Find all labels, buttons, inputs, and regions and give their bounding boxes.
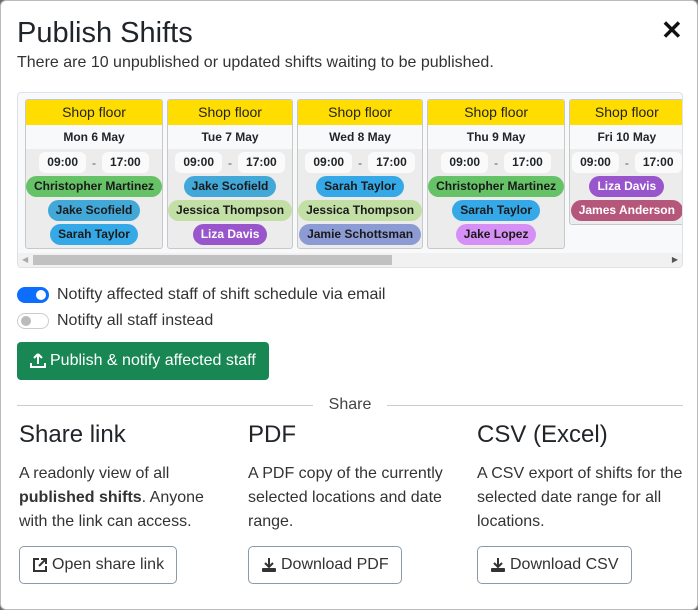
staff-pill[interactable]: Jake Lopez [455,224,537,245]
time-separator: - [92,155,96,170]
csv-description: A CSV export of shifts for the selected … [477,465,683,530]
download-csv-button[interactable]: Download CSV [477,546,632,584]
shift-end-time[interactable]: 17:00 [368,152,415,173]
publish-button[interactable]: Publish & notify affected staff [17,342,269,380]
shift-start-time[interactable]: 09:00 [305,152,353,173]
shift-end-time[interactable]: 17:00 [504,152,551,173]
shift-end-time[interactable]: 17:00 [102,152,149,173]
shift-location: Shop floor [26,100,163,125]
time-separator: - [228,155,233,170]
shift-start-time[interactable]: 09:00 [572,152,619,173]
horizontal-scrollbar[interactable]: ◀ ▶ [18,253,682,267]
shift-end-time[interactable]: 17:00 [238,152,285,173]
csv-title: CSV (Excel) [477,421,608,448]
shift-location: Shop floor [298,100,423,125]
shift-date: Mon 6 May [26,125,163,149]
modal-title: Publish Shifts [17,17,193,49]
shift-card[interactable]: Shop floor Thu 9 May 09:00-17:00 Christop… [427,99,566,249]
close-icon[interactable]: ✕ [661,15,683,46]
staff-pill[interactable]: Sarah Taylor [50,224,138,245]
shift-start-time[interactable]: 09:00 [39,152,86,173]
staff-pill[interactable]: Liza Davis [589,176,665,197]
share-link-section: Share link A readonly view of all publis… [17,421,232,584]
pdf-title: PDF [248,421,296,448]
time-separator: - [358,155,363,170]
open-share-link-label: Open share link [52,556,165,573]
staff-pill[interactable]: Liza Davis [192,224,268,245]
shift-location: Shop floor [168,100,293,125]
shift-times: 09:00-17:00 [428,152,564,173]
shift-date: Tue 7 May [168,125,293,149]
shift-location: Shop floor [570,100,682,125]
shift-date: Thu 9 May [428,125,565,149]
share-divider: Share [17,395,684,415]
publish-shifts-modal: Publish Shifts ✕ There are 10 unpublishe… [0,0,698,610]
share-link-description: A readonly view of all published shifts.… [19,465,204,530]
staff-pill[interactable]: Jamie Schottsman [299,224,422,245]
modal-subtitle: There are 10 unpublished or updated shif… [17,54,494,71]
staff-pill[interactable]: Jake Scofield [47,200,141,221]
staff-pill[interactable]: Jake Scofield [183,176,277,197]
download-pdf-button[interactable]: Download PDF [248,546,402,584]
shift-end-time[interactable]: 17:00 [634,152,682,173]
notify-all-label: Notifty all staff instead [57,312,214,329]
shift-card[interactable]: Shop floor Fri 10 May 09:00-17:00 Liza Da… [569,99,682,225]
shift-start-time[interactable]: 09:00 [441,152,489,173]
shift-card[interactable]: Shop floor Tue 7 May 09:00-17:00 Jake Sco… [167,99,294,249]
time-separator: - [624,155,629,170]
external-link-icon [33,558,47,572]
shift-date: Wed 8 May [298,125,423,149]
open-share-link-button[interactable]: Open share link [19,546,178,584]
download-csv-label: Download CSV [510,556,619,573]
notify-affected-option[interactable]: Notifty affected staff of shift schedule… [17,286,385,304]
staff-pill[interactable]: James Anderson [570,200,682,221]
shift-schedule-preview[interactable]: Shop floor Mon 6 May 09:00-17:00 Christop… [17,92,683,268]
pdf-section: PDF A PDF copy of the currently selected… [246,421,461,584]
notify-all-option[interactable]: Notifty all staff instead [17,312,213,330]
shift-card[interactable]: Shop floor Mon 6 May 09:00-17:00 Christop… [25,99,164,249]
staff-pill[interactable]: Sarah Taylor [452,200,541,221]
shift-times: 09:00-17:00 [168,152,292,173]
notify-all-toggle[interactable] [17,313,49,329]
download-icon [491,558,505,572]
staff-pill[interactable]: Christopher Martinez [26,176,163,197]
staff-pill[interactable]: Sarah Taylor [316,176,404,197]
shift-location: Shop floor [428,100,565,125]
shift-date: Fri 10 May [570,125,682,149]
shift-times: 09:00-17:00 [298,152,422,173]
publish-button-label: Publish & notify affected staff [50,352,256,369]
scroll-right-icon[interactable]: ▶ [672,255,678,264]
share-link-title: Share link [19,421,126,448]
notify-affected-label: Notifty affected staff of shift schedule… [57,286,386,303]
staff-pill[interactable]: Christopher Martinez [428,176,565,197]
pdf-description: A PDF copy of the currently selected loc… [248,465,443,530]
shift-start-time[interactable]: 09:00 [175,152,223,173]
csv-section: CSV (Excel) A CSV export of shifts for t… [475,421,690,584]
notify-affected-toggle[interactable] [17,287,49,303]
download-pdf-label: Download PDF [281,556,389,573]
staff-pill[interactable]: Jessica Thompson [168,200,293,221]
scrollbar-thumb[interactable] [33,255,392,265]
time-separator: - [494,155,499,170]
share-divider-label: Share [328,396,372,413]
shift-times: 09:00-17:00 [26,152,162,173]
shift-times: 09:00-17:00 [570,152,682,173]
staff-pill[interactable]: Jessica Thompson [298,200,423,221]
upload-icon [30,353,46,368]
download-icon [262,558,276,572]
scroll-left-icon[interactable]: ◀ [22,255,28,264]
shift-card[interactable]: Shop floor Wed 8 May 09:00-17:00 Sarah Ta… [297,99,424,249]
